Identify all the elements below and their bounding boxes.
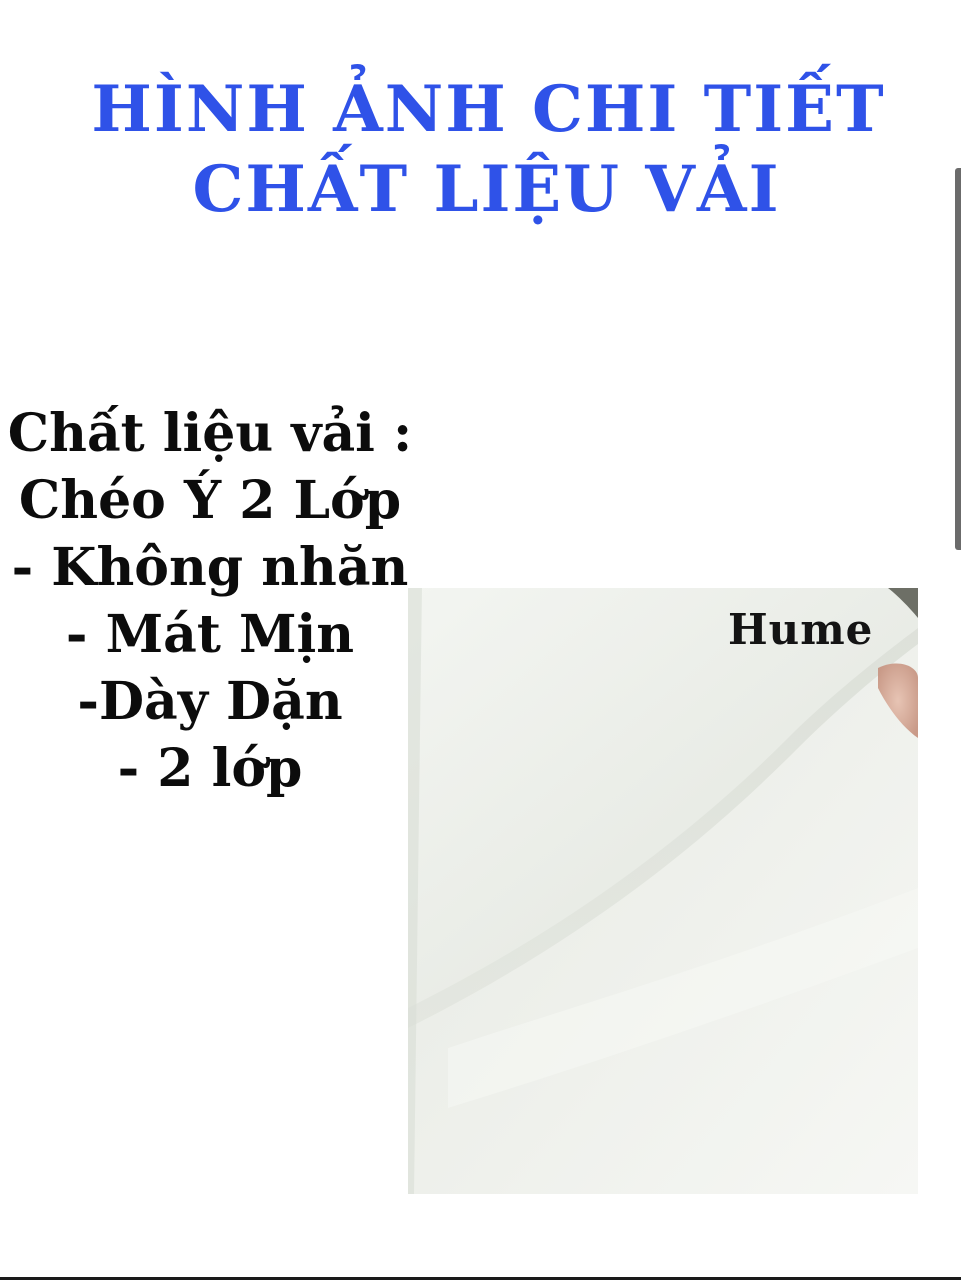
- fabric-photo: Hume: [408, 588, 918, 1194]
- spec-line: -Dày Dặn: [77, 671, 343, 732]
- title-line-1: HÌNH ẢNH CHI TIẾT: [91, 72, 886, 147]
- scrollbar[interactable]: [955, 168, 961, 550]
- spec-line: - 2 lớp: [117, 738, 303, 799]
- product-detail-image: HÌNH ẢNH CHI TIẾT CHẤT LIỆU VẢI Chất liệ…: [0, 0, 961, 1280]
- fabric-spec-list: Chất liệu vải : Chéo Ý 2 Lớp - Không nhă…: [0, 400, 420, 802]
- brand-watermark: Hume: [728, 605, 874, 654]
- spec-line: Chất liệu vải :: [7, 403, 413, 464]
- spec-line: - Mát Mịn: [65, 604, 355, 665]
- title-line-2: CHẤT LIỆU VẢI: [192, 152, 781, 227]
- spec-line: Chéo Ý 2 Lớp: [18, 470, 402, 531]
- page-title: HÌNH ẢNH CHI TIẾT CHẤT LIỆU VẢI: [0, 70, 961, 230]
- spec-line: - Không nhăn: [11, 537, 409, 598]
- fabric-illustration: [408, 588, 918, 1194]
